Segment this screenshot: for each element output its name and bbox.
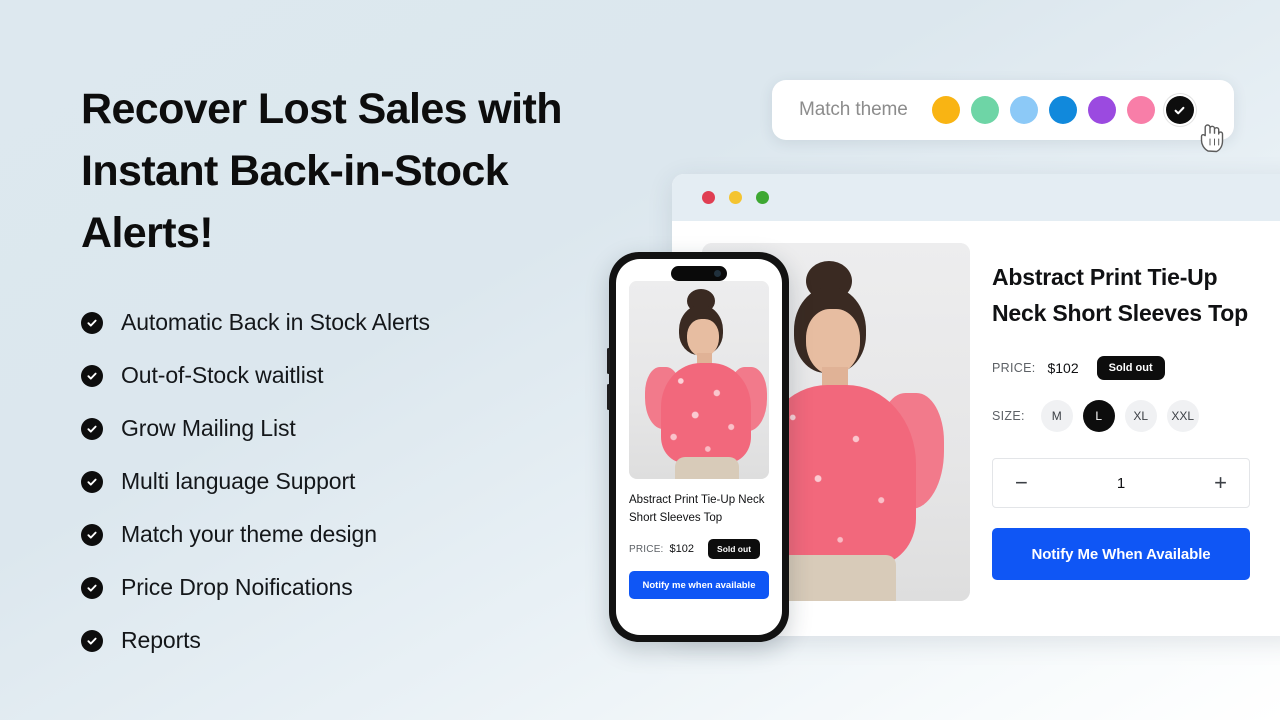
theme-picker-label: Match theme (799, 99, 908, 120)
check-circle-icon (81, 470, 103, 493)
size-option-l[interactable]: L (1082, 400, 1115, 432)
color-swatch-mint[interactable] (970, 96, 999, 124)
feature-label: Grow Mailing List (121, 415, 296, 441)
list-item: Price Drop Noifications (81, 561, 641, 614)
quantity-decrement-button[interactable]: − (1015, 472, 1028, 494)
list-item: Multi language Support (81, 455, 641, 508)
color-swatch-blue[interactable] (1048, 96, 1077, 124)
phone-price-label: PRICE: (629, 543, 664, 555)
list-item: Match your theme design (81, 508, 641, 561)
phone-notify-me-button[interactable]: Notify me when available (629, 571, 769, 599)
size-option-m[interactable]: M (1040, 400, 1073, 432)
notify-me-button[interactable]: Notify Me When Available (992, 528, 1250, 580)
quantity-value[interactable]: 1 (1117, 475, 1125, 492)
phone-status-badge: Sold out (708, 539, 761, 559)
front-camera-icon (714, 270, 721, 277)
color-swatch-pink[interactable] (1126, 96, 1155, 124)
phone-volume-down-button (607, 384, 610, 410)
feature-label: Multi language Support (121, 468, 356, 494)
check-circle-icon (81, 523, 103, 546)
swatch-group (931, 96, 1194, 124)
feature-label: Out-of-Stock waitlist (121, 362, 324, 388)
feature-label: Price Drop Noifications (121, 574, 353, 600)
size-selector: SIZE: M L XL XXL (992, 400, 1254, 432)
price-row: PRICE: $102 Sold out (992, 356, 1254, 380)
quantity-stepper: − 1 + (992, 458, 1250, 508)
price-label: PRICE: (992, 361, 1036, 375)
feature-label: Automatic Back in Stock Alerts (121, 309, 430, 335)
list-item: Grow Mailing List (81, 402, 641, 455)
phone-mockup: Abstract Print Tie-Up Neck Short Sleeves… (607, 252, 789, 642)
maximize-icon[interactable] (756, 191, 769, 204)
check-circle-icon (81, 364, 103, 387)
page-title: Recover Lost Sales with Instant Back-in-… (81, 85, 562, 257)
model-photo-illustration (629, 281, 769, 479)
check-circle-icon (81, 576, 103, 599)
phone-price-row: PRICE: $102 Sold out (629, 539, 769, 559)
minimize-icon[interactable] (729, 191, 742, 204)
product-details: Abstract Print Tie-Up Neck Short Sleeves… (992, 243, 1254, 601)
hero-text-column: Recover Lost Sales with Instant Back-in-… (81, 78, 641, 667)
feature-label: Match your theme design (121, 521, 377, 547)
size-label: SIZE: (992, 409, 1025, 423)
feature-label: Reports (121, 627, 201, 653)
list-item: Reports (81, 614, 641, 667)
color-swatch-amber[interactable] (931, 96, 960, 124)
check-circle-icon (81, 629, 103, 652)
color-swatch-purple[interactable] (1087, 96, 1116, 124)
theme-color-picker: Match theme (772, 80, 1234, 140)
list-item: Automatic Back in Stock Alerts (81, 296, 641, 349)
phone-product-title: Abstract Print Tie-Up Neck Short Sleeves… (629, 494, 765, 524)
size-option-xxl[interactable]: XXL (1166, 400, 1199, 432)
color-swatch-black[interactable] (1165, 96, 1194, 124)
phone-screen: Abstract Print Tie-Up Neck Short Sleeves… (616, 259, 782, 635)
product-title: Abstract Print Tie-Up Neck Short Sleeves… (992, 264, 1248, 326)
browser-title-bar (672, 174, 1280, 221)
color-swatch-light-blue[interactable] (1009, 96, 1038, 124)
list-item: Out-of-Stock waitlist (81, 349, 641, 402)
dynamic-island-icon (671, 266, 727, 281)
phone-volume-button (607, 348, 610, 374)
status-badge: Sold out (1096, 356, 1165, 380)
price-value: $102 (1047, 360, 1079, 376)
size-option-xl[interactable]: XL (1124, 400, 1157, 432)
phone-price-value: $102 (669, 543, 695, 555)
feature-list: Automatic Back in Stock Alerts Out-of-St… (81, 296, 641, 667)
phone-product-image (629, 281, 769, 479)
check-icon (1174, 106, 1185, 114)
quantity-increment-button[interactable]: + (1214, 472, 1227, 494)
check-circle-icon (81, 311, 103, 334)
check-circle-icon (81, 417, 103, 440)
close-icon[interactable] (702, 191, 715, 204)
